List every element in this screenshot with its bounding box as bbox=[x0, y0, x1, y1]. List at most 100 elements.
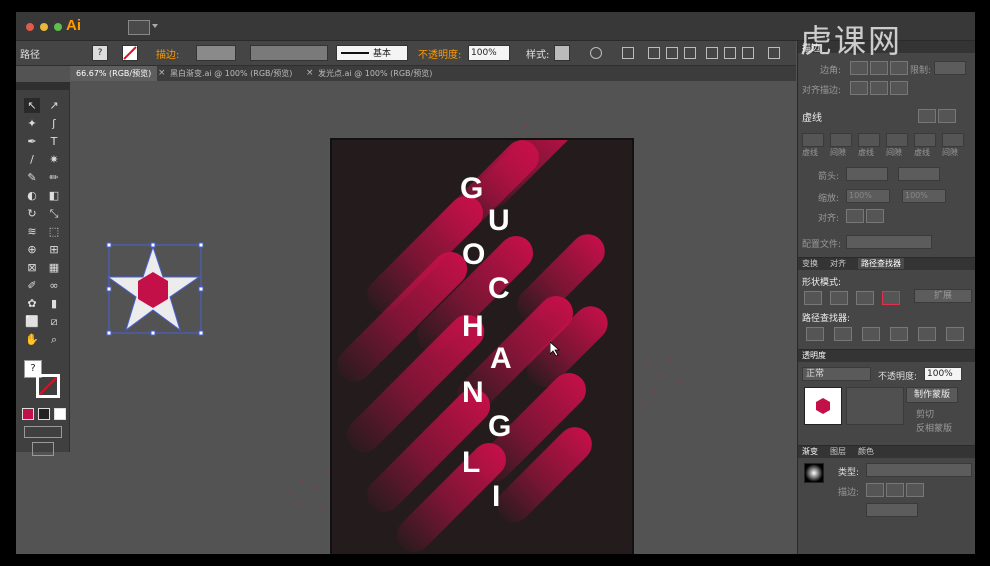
expand-button[interactable]: 扩展 bbox=[914, 289, 972, 303]
blend-mode-select[interactable]: 正常 bbox=[802, 367, 871, 381]
stroke-color-icon[interactable] bbox=[36, 374, 60, 398]
align-center-icon[interactable] bbox=[666, 47, 678, 59]
canvas-area[interactable]: GUOCHANGLI bbox=[70, 82, 796, 554]
graphic-style-swatch[interactable] bbox=[554, 45, 570, 61]
blend-tool[interactable]: ∞ bbox=[46, 278, 62, 293]
variable-width-select[interactable] bbox=[250, 45, 328, 61]
shape-builder-tool[interactable]: ⊕ bbox=[24, 242, 40, 257]
crop-button[interactable] bbox=[890, 327, 908, 341]
tab-layers[interactable]: 图层 bbox=[830, 446, 846, 457]
direct-selection-tool[interactable]: ↗ bbox=[46, 98, 62, 113]
stroke-weight-input[interactable] bbox=[196, 45, 236, 61]
tab-gradient-document[interactable]: 黑白渐变.ai @ 100% (RGB/预览) bbox=[164, 66, 298, 81]
column-graph-tool[interactable]: ▮ bbox=[46, 296, 62, 311]
tab-glow-document[interactable]: 发光点.ai @ 100% (RGB/预览) bbox=[312, 66, 438, 81]
drawing-modes-icon[interactable] bbox=[24, 426, 62, 438]
fill-swatch[interactable]: ? bbox=[92, 45, 108, 61]
pencil-tool[interactable]: ✏ bbox=[46, 170, 62, 185]
flare-tool[interactable]: ✷ bbox=[46, 152, 62, 167]
eyedropper-tool[interactable]: ✐ bbox=[24, 278, 40, 293]
arrow-end-scale-input[interactable]: 100% bbox=[902, 189, 946, 203]
transparency-opacity-input[interactable]: 100% bbox=[924, 367, 962, 381]
minus-back-button[interactable] bbox=[946, 327, 964, 341]
close-window-button[interactable] bbox=[26, 23, 34, 31]
stroke-label[interactable]: 描边: bbox=[156, 46, 179, 61]
mesh-tool[interactable]: ⊠ bbox=[24, 260, 40, 275]
dashed-line-title[interactable]: 虚线 bbox=[802, 109, 822, 124]
align-right-icon[interactable] bbox=[684, 47, 696, 59]
opacity-input[interactable]: 100% bbox=[468, 45, 510, 61]
pen-tool[interactable]: ✒ bbox=[24, 134, 40, 149]
scale-tool[interactable]: ⤡ bbox=[46, 206, 62, 221]
tools-panel-header[interactable] bbox=[16, 82, 69, 90]
miter-limit-input[interactable] bbox=[934, 61, 966, 75]
gradient-stroke-across-button[interactable] bbox=[906, 483, 924, 497]
arrow-align-tip-button[interactable] bbox=[846, 209, 864, 223]
panel-menu-icon[interactable] bbox=[768, 47, 780, 59]
miter-join-button[interactable] bbox=[850, 61, 868, 75]
merge-button[interactable] bbox=[862, 327, 880, 341]
tab-current-document[interactable]: 66.67% (RGB/预览) bbox=[70, 66, 158, 81]
exclude-button[interactable] bbox=[882, 291, 900, 305]
align-bottom-icon[interactable] bbox=[742, 47, 754, 59]
zoom-tool[interactable]: ⌕ bbox=[46, 332, 62, 347]
outline-button[interactable] bbox=[918, 327, 936, 341]
recolor-artwork-icon[interactable] bbox=[590, 47, 602, 59]
make-mask-button[interactable]: 制作蒙版 bbox=[906, 387, 958, 403]
type-tool[interactable]: T bbox=[46, 134, 62, 149]
blob-brush-tool[interactable]: ◐ bbox=[24, 188, 40, 203]
arrow-end-select[interactable] bbox=[898, 167, 940, 181]
dash-input[interactable] bbox=[914, 133, 936, 147]
clip-checkbox-label[interactable]: 剪切 bbox=[916, 407, 934, 420]
slice-tool[interactable]: ⧄ bbox=[46, 314, 62, 329]
tab-gradient[interactable]: 渐变 bbox=[802, 446, 818, 457]
rotate-tool[interactable]: ↻ bbox=[24, 206, 40, 221]
minus-front-button[interactable] bbox=[830, 291, 848, 305]
tab-transform[interactable]: 变换 bbox=[802, 258, 818, 269]
align-middle-icon[interactable] bbox=[724, 47, 736, 59]
arrow-align-end-button[interactable] bbox=[866, 209, 884, 223]
gap-input[interactable] bbox=[886, 133, 908, 147]
gradient-mode-icon[interactable] bbox=[38, 408, 50, 420]
lasso-tool[interactable]: ʃ bbox=[46, 116, 62, 131]
brush-definition-select[interactable]: 基本 bbox=[336, 45, 408, 61]
width-tool[interactable]: ≋ bbox=[24, 224, 40, 239]
hand-tool[interactable]: ✋ bbox=[24, 332, 40, 347]
align-to-icon[interactable] bbox=[622, 47, 634, 59]
arrow-start-select[interactable] bbox=[846, 167, 888, 181]
symbol-sprayer-tool[interactable]: ✿ bbox=[24, 296, 40, 311]
paintbrush-tool[interactable]: ✎ bbox=[24, 170, 40, 185]
gradient-type-select[interactable] bbox=[866, 463, 972, 477]
selected-star-object[interactable] bbox=[106, 242, 206, 338]
profile-select[interactable] bbox=[846, 235, 932, 249]
dash-input[interactable] bbox=[858, 133, 880, 147]
bevel-join-button[interactable] bbox=[890, 61, 908, 75]
screen-mode-icon[interactable] bbox=[32, 442, 54, 456]
round-join-button[interactable] bbox=[870, 61, 888, 75]
line-tool[interactable]: / bbox=[24, 152, 40, 167]
align-stroke-center-button[interactable] bbox=[850, 81, 868, 95]
color-mode-icon[interactable] bbox=[22, 408, 34, 420]
arrow-start-scale-input[interactable]: 100% bbox=[846, 189, 890, 203]
dash-preserve-button[interactable] bbox=[918, 109, 936, 123]
trim-button[interactable] bbox=[834, 327, 852, 341]
tab-color[interactable]: 颜色 bbox=[858, 446, 874, 457]
gradient-tool[interactable]: ▦ bbox=[46, 260, 62, 275]
opacity-label[interactable]: 不透明度: bbox=[418, 46, 461, 61]
eraser-tool[interactable]: ◧ bbox=[46, 188, 62, 203]
arrange-documents-icon[interactable] bbox=[128, 20, 150, 35]
magic-wand-tool[interactable]: ✦ bbox=[24, 116, 40, 131]
gap-input[interactable] bbox=[942, 133, 964, 147]
gradient-stroke-along-button[interactable] bbox=[886, 483, 904, 497]
unite-button[interactable] bbox=[804, 291, 822, 305]
gradient-angle-input[interactable] bbox=[866, 503, 918, 517]
invert-mask-checkbox-label[interactable]: 反相蒙版 bbox=[916, 421, 952, 434]
gradient-stroke-within-button[interactable] bbox=[866, 483, 884, 497]
align-stroke-outside-button[interactable] bbox=[890, 81, 908, 95]
align-stroke-inside-button[interactable] bbox=[870, 81, 888, 95]
maximize-window-button[interactable] bbox=[54, 23, 62, 31]
align-left-icon[interactable] bbox=[648, 47, 660, 59]
selection-tool[interactable]: ↖ bbox=[24, 98, 40, 113]
gradient-preview-swatch[interactable] bbox=[804, 463, 824, 483]
transparency-header[interactable]: 透明度 bbox=[798, 349, 975, 362]
